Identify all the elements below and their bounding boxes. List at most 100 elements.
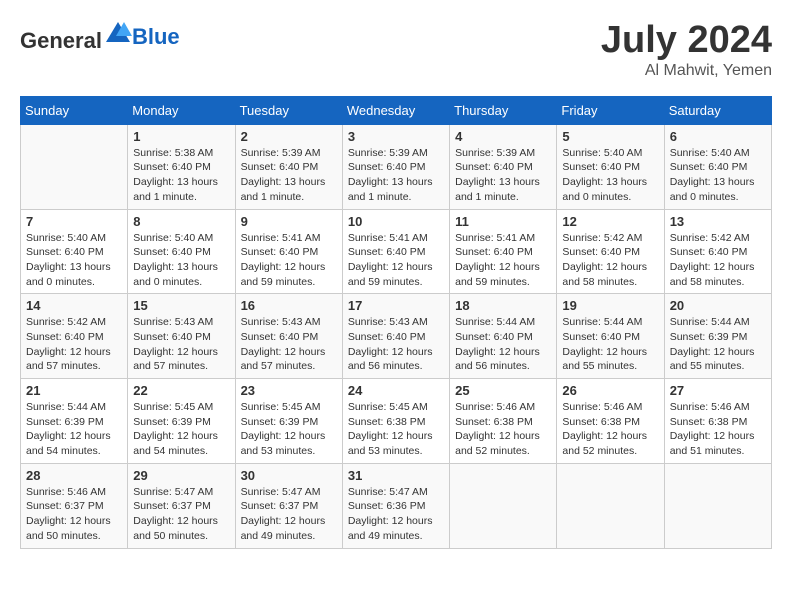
day-info: Sunrise: 5:39 AMSunset: 6:40 PMDaylight:… [241, 146, 337, 205]
day-number: 20 [670, 298, 766, 313]
day-info: Sunrise: 5:42 AMSunset: 6:40 PMDaylight:… [26, 315, 122, 374]
calendar-week-row: 21 Sunrise: 5:44 AMSunset: 6:39 PMDayligh… [21, 379, 772, 464]
day-number: 8 [133, 214, 229, 229]
calendar-cell [450, 463, 557, 548]
day-number: 27 [670, 383, 766, 398]
logo-general: General [20, 28, 102, 53]
calendar-cell: 25 Sunrise: 5:46 AMSunset: 6:38 PMDayligh… [450, 379, 557, 464]
day-info: Sunrise: 5:41 AMSunset: 6:40 PMDaylight:… [455, 231, 551, 290]
col-header-wednesday: Wednesday [342, 96, 449, 124]
calendar-table: SundayMondayTuesdayWednesdayThursdayFrid… [20, 96, 772, 549]
day-number: 28 [26, 468, 122, 483]
logo-icon [104, 20, 132, 48]
day-number: 9 [241, 214, 337, 229]
day-info: Sunrise: 5:40 AMSunset: 6:40 PMDaylight:… [26, 231, 122, 290]
day-info: Sunrise: 5:45 AMSunset: 6:39 PMDaylight:… [133, 400, 229, 459]
day-number: 12 [562, 214, 658, 229]
calendar-cell: 13 Sunrise: 5:42 AMSunset: 6:40 PMDayligh… [664, 209, 771, 294]
location: Al Mahwit, Yemen [601, 62, 772, 80]
day-number: 3 [348, 129, 444, 144]
day-info: Sunrise: 5:44 AMSunset: 6:40 PMDaylight:… [455, 315, 551, 374]
day-number: 21 [26, 383, 122, 398]
calendar-week-row: 28Sunrise: 5:46 AMSunset: 6:37 PMDayligh… [21, 463, 772, 548]
col-header-tuesday: Tuesday [235, 96, 342, 124]
calendar-week-row: 1 Sunrise: 5:38 AMSunset: 6:40 PMDaylight… [21, 124, 772, 209]
calendar-cell: 9 Sunrise: 5:41 AMSunset: 6:40 PMDaylight… [235, 209, 342, 294]
day-info: Sunrise: 5:47 AMSunset: 6:37 PMDaylight:… [133, 485, 229, 544]
day-info: Sunrise: 5:44 AMSunset: 6:39 PMDaylight:… [670, 315, 766, 374]
day-info: Sunrise: 5:45 AMSunset: 6:39 PMDaylight:… [241, 400, 337, 459]
calendar-cell: 1 Sunrise: 5:38 AMSunset: 6:40 PMDaylight… [128, 124, 235, 209]
day-number: 2 [241, 129, 337, 144]
day-info: Sunrise: 5:46 AMSunset: 6:38 PMDaylight:… [562, 400, 658, 459]
day-info: Sunrise: 5:39 AMSunset: 6:40 PMDaylight:… [455, 146, 551, 205]
calendar-cell: 11Sunrise: 5:41 AMSunset: 6:40 PMDayligh… [450, 209, 557, 294]
day-number: 25 [455, 383, 551, 398]
calendar-cell: 23Sunrise: 5:45 AMSunset: 6:39 PMDayligh… [235, 379, 342, 464]
calendar-cell: 4Sunrise: 5:39 AMSunset: 6:40 PMDaylight… [450, 124, 557, 209]
day-info: Sunrise: 5:40 AMSunset: 6:40 PMDaylight:… [670, 146, 766, 205]
day-info: Sunrise: 5:44 AMSunset: 6:40 PMDaylight:… [562, 315, 658, 374]
day-info: Sunrise: 5:41 AMSunset: 6:40 PMDaylight:… [348, 231, 444, 290]
day-info: Sunrise: 5:46 AMSunset: 6:38 PMDaylight:… [670, 400, 766, 459]
calendar-cell: 20 Sunrise: 5:44 AMSunset: 6:39 PMDayligh… [664, 294, 771, 379]
col-header-sunday: Sunday [21, 96, 128, 124]
calendar-cell: 6 Sunrise: 5:40 AMSunset: 6:40 PMDaylight… [664, 124, 771, 209]
col-header-thursday: Thursday [450, 96, 557, 124]
day-info: Sunrise: 5:44 AMSunset: 6:39 PMDaylight:… [26, 400, 122, 459]
calendar-cell: 7 Sunrise: 5:40 AMSunset: 6:40 PMDaylight… [21, 209, 128, 294]
calendar-cell [21, 124, 128, 209]
day-info: Sunrise: 5:43 AMSunset: 6:40 PMDaylight:… [241, 315, 337, 374]
day-number: 14 [26, 298, 122, 313]
calendar-cell: 10Sunrise: 5:41 AMSunset: 6:40 PMDayligh… [342, 209, 449, 294]
day-info: Sunrise: 5:47 AMSunset: 6:37 PMDaylight:… [241, 485, 337, 544]
day-info: Sunrise: 5:46 AMSunset: 6:38 PMDaylight:… [455, 400, 551, 459]
day-number: 24 [348, 383, 444, 398]
day-number: 1 [133, 129, 229, 144]
calendar-cell: 26 Sunrise: 5:46 AMSunset: 6:38 PMDayligh… [557, 379, 664, 464]
calendar-cell: 5Sunrise: 5:40 AMSunset: 6:40 PMDaylight… [557, 124, 664, 209]
day-info: Sunrise: 5:45 AMSunset: 6:38 PMDaylight:… [348, 400, 444, 459]
calendar-cell: 24 Sunrise: 5:45 AMSunset: 6:38 PMDayligh… [342, 379, 449, 464]
logo: General Blue [20, 20, 180, 54]
day-info: Sunrise: 5:42 AMSunset: 6:40 PMDaylight:… [670, 231, 766, 290]
calendar-cell [664, 463, 771, 548]
title-block: July 2024 Al Mahwit, Yemen [601, 20, 772, 80]
day-number: 18 [455, 298, 551, 313]
calendar-cell: 21 Sunrise: 5:44 AMSunset: 6:39 PMDayligh… [21, 379, 128, 464]
calendar-cell: 2 Sunrise: 5:39 AMSunset: 6:40 PMDaylight… [235, 124, 342, 209]
calendar-cell: 27 Sunrise: 5:46 AMSunset: 6:38 PMDayligh… [664, 379, 771, 464]
day-number: 31 [348, 468, 444, 483]
calendar-cell: 16Sunrise: 5:43 AMSunset: 6:40 PMDayligh… [235, 294, 342, 379]
day-number: 15 [133, 298, 229, 313]
calendar-cell: 19 Sunrise: 5:44 AMSunset: 6:40 PMDayligh… [557, 294, 664, 379]
calendar-cell [557, 463, 664, 548]
col-header-monday: Monday [128, 96, 235, 124]
calendar-cell: 28Sunrise: 5:46 AMSunset: 6:37 PMDayligh… [21, 463, 128, 548]
calendar-cell: 31Sunrise: 5:47 AMSunset: 6:36 PMDayligh… [342, 463, 449, 548]
day-info: Sunrise: 5:38 AMSunset: 6:40 PMDaylight:… [133, 146, 229, 205]
day-number: 13 [670, 214, 766, 229]
calendar-cell: 18 Sunrise: 5:44 AMSunset: 6:40 PMDayligh… [450, 294, 557, 379]
page-header: General Blue July 2024 Al Mahwit, Yemen [20, 20, 772, 80]
day-number: 30 [241, 468, 337, 483]
day-info: Sunrise: 5:40 AMSunset: 6:40 PMDaylight:… [133, 231, 229, 290]
day-number: 19 [562, 298, 658, 313]
calendar-week-row: 7 Sunrise: 5:40 AMSunset: 6:40 PMDaylight… [21, 209, 772, 294]
calendar-cell: 3Sunrise: 5:39 AMSunset: 6:40 PMDaylight… [342, 124, 449, 209]
day-info: Sunrise: 5:43 AMSunset: 6:40 PMDaylight:… [133, 315, 229, 374]
day-number: 26 [562, 383, 658, 398]
month-year: July 2024 [601, 20, 772, 62]
day-number: 6 [670, 129, 766, 144]
calendar-cell: 30 Sunrise: 5:47 AMSunset: 6:37 PMDayligh… [235, 463, 342, 548]
calendar-week-row: 14 Sunrise: 5:42 AMSunset: 6:40 PMDayligh… [21, 294, 772, 379]
day-number: 17 [348, 298, 444, 313]
calendar-cell: 17Sunrise: 5:43 AMSunset: 6:40 PMDayligh… [342, 294, 449, 379]
day-info: Sunrise: 5:41 AMSunset: 6:40 PMDaylight:… [241, 231, 337, 290]
day-number: 5 [562, 129, 658, 144]
logo-blue: Blue [132, 24, 180, 50]
day-number: 7 [26, 214, 122, 229]
day-number: 22 [133, 383, 229, 398]
calendar-cell: 12Sunrise: 5:42 AMSunset: 6:40 PMDayligh… [557, 209, 664, 294]
col-header-saturday: Saturday [664, 96, 771, 124]
